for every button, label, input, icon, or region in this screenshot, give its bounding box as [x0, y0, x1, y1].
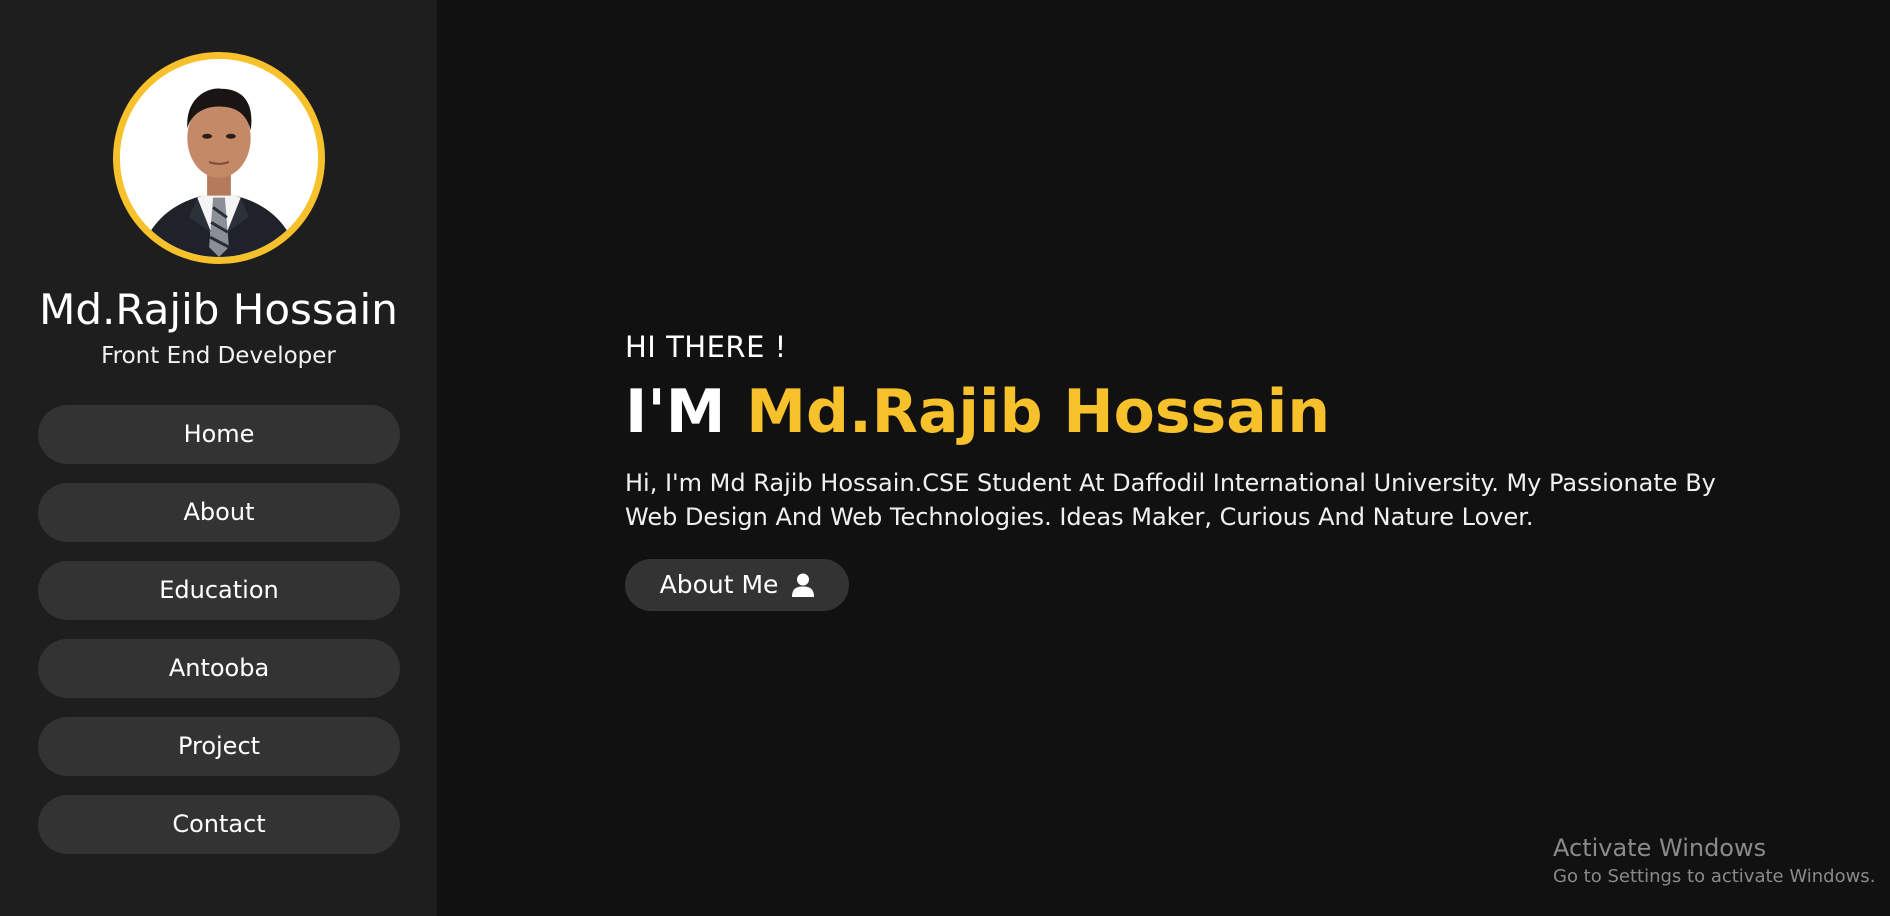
profile-role: Front End Developer — [101, 343, 336, 369]
windows-activation-subtitle: Go to Settings to activate Windows. — [1553, 866, 1876, 887]
hero-prefix: I'M — [625, 377, 726, 447]
profile-name: Md.Rajib Hossain — [39, 285, 398, 334]
hero-headline: I'M Md.Rajib Hossain — [625, 372, 1330, 452]
nav-contact-button[interactable]: Contact — [38, 795, 400, 854]
about-me-label: About Me — [659, 570, 779, 599]
hero-section: HI THERE ! I'M Md.Rajib Hossain Hi, I'm … — [437, 0, 1890, 916]
hero-bio: Hi, I'm Md Rajib Hossain.CSE Student At … — [625, 469, 1716, 531]
hero-name: Md.Rajib Hossain — [746, 377, 1331, 447]
page: Md.Rajib Hossain Front End Developer Hom… — [0, 0, 1890, 916]
hero-greeting: HI THERE ! — [625, 330, 787, 364]
nav-antooba-button[interactable]: Antooba — [38, 639, 400, 698]
nav-education-button[interactable]: Education — [38, 561, 400, 620]
windows-activation-title: Activate Windows — [1553, 834, 1767, 862]
nav-project-button[interactable]: Project — [38, 717, 400, 776]
sidebar: Md.Rajib Hossain Front End Developer Hom… — [0, 0, 437, 916]
about-me-button[interactable]: About Me — [625, 559, 849, 611]
user-icon — [792, 573, 815, 597]
avatar — [113, 52, 325, 264]
profile-photo — [120, 59, 318, 257]
nav-home-button[interactable]: Home — [38, 405, 400, 464]
nav-about-button[interactable]: About — [38, 483, 400, 542]
sidebar-nav: Home About Education Antooba Project Con… — [38, 405, 400, 873]
